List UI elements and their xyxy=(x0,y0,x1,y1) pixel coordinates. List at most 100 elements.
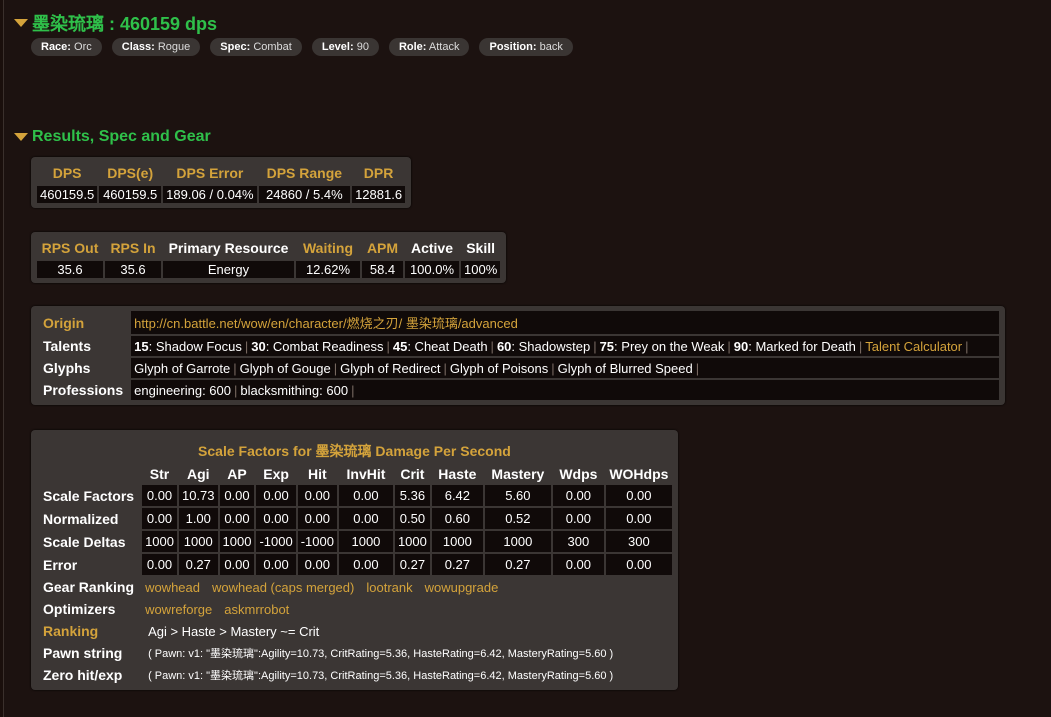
talent-item: 45: Cheat Death xyxy=(393,339,488,354)
talent-tier: 60 xyxy=(496,338,512,354)
separator: | xyxy=(593,338,597,354)
pawn-string-label: Pawn string xyxy=(43,645,123,661)
scale-row: Normalized 0.00 1.00 0.00 0.00 0.00 0.00 0.50 0.… xyxy=(37,508,672,529)
scale-value: 300 xyxy=(552,531,604,552)
pill-value: 90 xyxy=(356,41,369,53)
talent-item: 60: Shadowstep xyxy=(497,339,590,354)
zero-hit-exp-value[interactable]: ( Pawn: v1: "墨染琉璃":Agility=10.73, CritRa… xyxy=(142,665,672,685)
zero-hit-exp-label: Zero hit/exp xyxy=(43,667,123,683)
resource-value: Energy xyxy=(163,261,294,278)
dps-header: DPS Range xyxy=(266,165,343,181)
player-section-toggle[interactable]: 墨染琉璃 : 460159 dps xyxy=(14,10,217,36)
stat-column-header: Wdps xyxy=(559,466,598,482)
resource-value: 100.0% xyxy=(405,261,459,278)
separator: | xyxy=(727,338,731,354)
talent-tier: 30 xyxy=(251,338,266,354)
talent-name: : Shadowstep xyxy=(511,338,591,354)
resource-header: Primary Resource xyxy=(168,240,289,256)
talent-tier: 45 xyxy=(392,338,408,354)
gear-ranking-link[interactable]: wowupgrade xyxy=(425,580,499,595)
scale-value: 0.27 xyxy=(178,554,218,575)
pill-label: Position: xyxy=(489,41,537,53)
talent-tier: 90 xyxy=(733,338,749,354)
player-title: 墨染琉璃 : 460159 dps xyxy=(32,14,218,34)
separator: | xyxy=(234,382,238,398)
scale-value: 0.00 xyxy=(552,485,604,506)
scale-value: 1.00 xyxy=(178,508,218,529)
scale-value: 1000 xyxy=(338,531,393,552)
talent-item: 15: Shadow Focus xyxy=(134,339,242,354)
scale-value: 0.00 xyxy=(219,554,255,575)
pill-value: Attack xyxy=(428,41,460,53)
separator: | xyxy=(965,338,969,354)
info-pill: Race: Orc xyxy=(31,38,102,56)
dps-value: 189.06 / 0.04% xyxy=(163,186,257,203)
scale-value: 0.00 xyxy=(256,508,296,529)
stat-column-header: WOHdps xyxy=(609,466,669,482)
glyph-item: Glyph of Garrote xyxy=(134,360,231,376)
optimizer-links: wowreforge askmrrobot xyxy=(142,599,672,619)
scale-value: 0.00 xyxy=(605,485,672,506)
talent-calculator-link[interactable]: Talent Calculator xyxy=(865,339,962,354)
scale-value: 0.00 xyxy=(605,554,672,575)
talent-name: : Prey on the Weak xyxy=(614,338,725,354)
scale-value: 0.60 xyxy=(431,508,483,529)
pill-value: Rogue xyxy=(157,41,191,53)
pawn-string-value[interactable]: ( Pawn: v1: "墨染琉璃":Agility=10.73, CritRa… xyxy=(142,643,672,663)
separator: | xyxy=(244,338,249,354)
glyphs-list: Glyph of Garrote | Glyph of Gouge | Glyph of… xyxy=(131,358,999,378)
separator: | xyxy=(333,360,338,376)
scale-value: 0.00 xyxy=(338,554,393,575)
pill-label: Class: xyxy=(121,41,155,53)
professions-list: engineering: 600 | blacksmithing: 600 | xyxy=(131,380,999,400)
glyph-item: Glyph of Poisons xyxy=(449,360,549,376)
optimizer-link[interactable]: askmrrobot xyxy=(224,602,289,617)
scale-value: 0.00 xyxy=(338,508,393,529)
scale-value: 0.00 xyxy=(338,485,393,506)
optimizer-link[interactable]: wowreforge xyxy=(145,602,212,617)
dps-header: DPR xyxy=(363,165,394,181)
scale-value: 0.27 xyxy=(484,554,551,575)
talent-item: 90: Marked for Death xyxy=(734,339,856,354)
results-section-toggle[interactable]: Results, Spec and Gear xyxy=(14,128,211,146)
dps-value: 24860 / 5.4% xyxy=(258,186,351,203)
gear-ranking-label: Gear Ranking xyxy=(43,579,135,595)
dps-value: 12881.6 xyxy=(352,186,406,203)
scale-value: 0.00 xyxy=(256,485,296,506)
scale-value: 0.00 xyxy=(297,554,337,575)
scale-value: -1000 xyxy=(297,531,337,552)
scale-row: Error 0.00 0.27 0.00 0.00 0.00 0.00 0.27 0.27 0.2… xyxy=(37,554,672,575)
scale-value: 0.27 xyxy=(394,554,430,575)
scale-caption: Scale Factors for 墨染琉璃 Damage Per Second xyxy=(198,443,511,459)
origin-link[interactable]: http://cn.battle.net/wow/en/character/燃烧… xyxy=(134,316,518,331)
talent-tier: 75 xyxy=(599,338,615,354)
talent-item: 30: Combat Readiness xyxy=(251,339,383,354)
pill-value: back xyxy=(539,41,563,53)
gear-ranking-link[interactable]: lootrank xyxy=(366,580,412,595)
stat-column-header: Haste xyxy=(438,466,477,482)
report-panel: 墨染琉璃 : 460159 dps Race: Orc Class: Rogue S… xyxy=(3,0,1051,717)
pill-value: Orc xyxy=(74,41,92,53)
optimizers-label: Optimizers xyxy=(43,601,116,617)
stat-column-header: Str xyxy=(149,466,170,482)
gear-ranking-link[interactable]: wowhead xyxy=(145,580,200,595)
resource-header: APM xyxy=(366,240,399,256)
scale-value: 0.00 xyxy=(142,485,177,506)
scale-value: 0.00 xyxy=(552,508,604,529)
stat-column-header: InvHit xyxy=(346,466,386,482)
scale-row-label: Scale Factors xyxy=(43,487,135,504)
dps-header: DPS xyxy=(52,165,82,181)
talent-tier: 15 xyxy=(134,338,149,354)
scale-value: 1000 xyxy=(394,531,430,552)
pill-label: Spec: xyxy=(220,41,251,53)
ranking-value: Agi > Haste > Mastery ~= Crit xyxy=(148,623,320,639)
scale-value: 1000 xyxy=(178,531,218,552)
scale-value: 0.00 xyxy=(142,508,177,529)
scale-value: 1000 xyxy=(142,531,177,552)
info-pill: Class: Rogue xyxy=(111,38,201,56)
gear-ranking-link[interactable]: wowhead (caps merged) xyxy=(212,580,354,595)
talent-name: : Cheat Death xyxy=(407,338,488,354)
resource-value: 12.62% xyxy=(296,261,360,278)
scale-value: 0.00 xyxy=(219,485,255,506)
pill-value: Combat xyxy=(253,41,292,53)
